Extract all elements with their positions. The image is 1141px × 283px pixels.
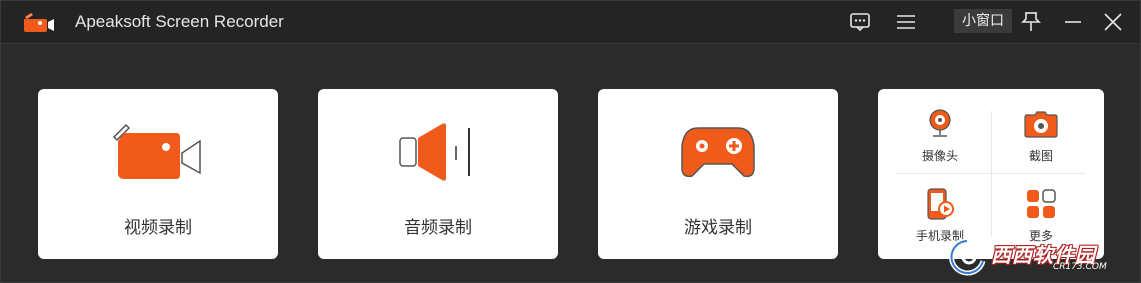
gamepad-icon (598, 117, 838, 187)
close-icon[interactable] (1101, 9, 1125, 35)
title-bar: Apeaksoft Screen Recorder 小窗口 (1, 1, 1140, 44)
minimize-icon[interactable] (1061, 9, 1085, 35)
watermark-logo-icon (949, 238, 986, 276)
card-label: 视频录制 (124, 218, 192, 238)
webcam-icon (890, 107, 990, 141)
grid-icon (991, 187, 1091, 221)
game-record-card[interactable]: 游戏录制 (598, 89, 838, 259)
chat-icon[interactable] (847, 9, 873, 35)
divider (896, 173, 1086, 174)
tool-webcam[interactable]: 摄像头 (890, 97, 990, 167)
app-window: Apeaksoft Screen Recorder 小窗口 视频录制 音频录制 … (0, 0, 1141, 283)
watermark-subtext: CR173.COM (1053, 262, 1107, 272)
watermark: 西西软件园 CR173.COM (945, 237, 1125, 277)
card-label: 游戏录制 (684, 218, 752, 238)
phone-record-icon (890, 187, 990, 221)
tool-label: 截图 (1028, 149, 1053, 163)
mini-window-button[interactable]: 小窗口 (954, 9, 1012, 33)
camera-logo-icon (21, 11, 57, 33)
speaker-icon (318, 117, 558, 187)
camera-icon (991, 107, 1091, 141)
app-title: Apeaksoft Screen Recorder (75, 12, 284, 31)
card-label: 音频录制 (404, 218, 472, 238)
video-camera-icon (38, 117, 278, 187)
tool-screenshot[interactable]: 截图 (991, 97, 1091, 167)
video-record-card[interactable]: 视频录制 (38, 89, 278, 259)
pin-icon[interactable] (1019, 9, 1043, 35)
menu-icon[interactable] (893, 9, 919, 35)
tools-panel: 摄像头 截图 手机录制 更多 (878, 89, 1104, 259)
audio-record-card[interactable]: 音频录制 (318, 89, 558, 259)
tool-label: 摄像头 (921, 149, 958, 163)
